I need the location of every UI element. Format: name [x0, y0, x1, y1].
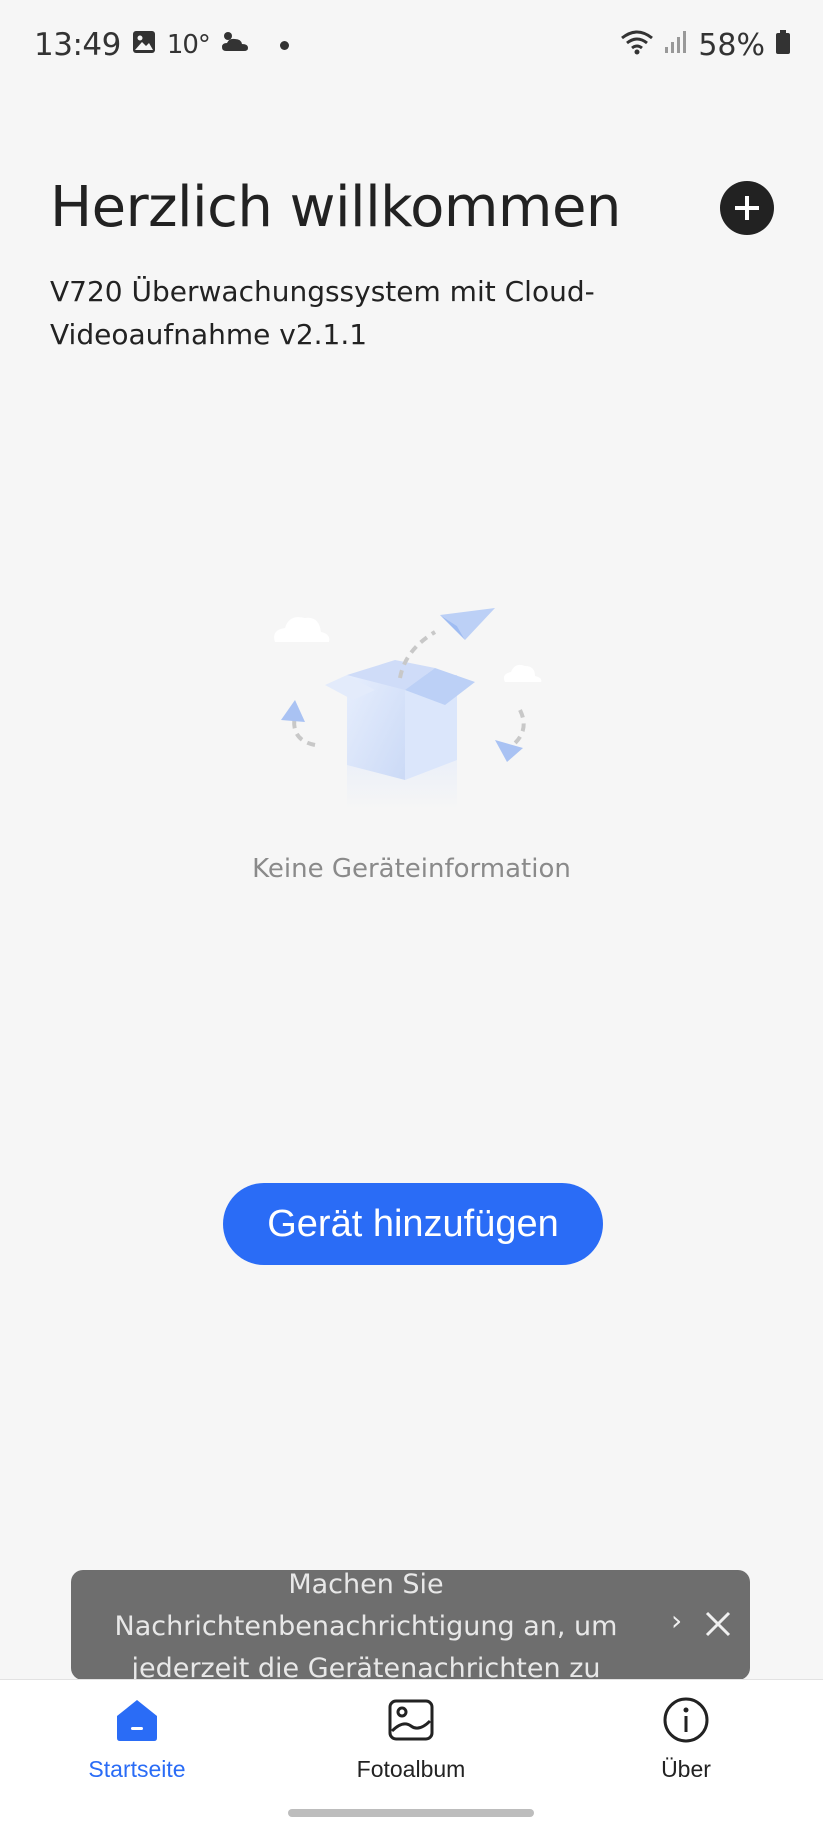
notification-dot-icon: [279, 40, 289, 50]
notification-toast[interactable]: Machen Sie Nachrichtenbenachrichtigung a…: [71, 1570, 750, 1680]
page-title: Herzlich willkommen: [50, 175, 621, 240]
empty-state-message: Keine Geräteinformation: [252, 854, 571, 884]
nav-item-fotoalbum[interactable]: Fotoalbum: [311, 1694, 511, 1783]
chevron-right-icon[interactable]: ›: [671, 1604, 682, 1637]
close-icon[interactable]: [701, 1607, 735, 1641]
nav-label-startseite: Startseite: [88, 1756, 186, 1782]
nav-label-ueber: Über: [661, 1756, 711, 1782]
photo-album-icon: [388, 1699, 434, 1741]
app-subtitle: V720 Überwachungssystem mit Cloud-Videoa…: [50, 275, 595, 351]
battery-icon: [775, 28, 791, 63]
nav-item-startseite[interactable]: Startseite: [37, 1694, 237, 1783]
status-right: 58%: [620, 28, 791, 63]
nav-label-fotoalbum: Fotoalbum: [356, 1756, 466, 1782]
battery-percentage: 58%: [698, 28, 765, 63]
status-temperature: 10°: [166, 30, 211, 60]
plus-icon: [735, 196, 759, 220]
weather-cloud-icon: [220, 28, 250, 63]
gallery-notification-icon: [131, 28, 157, 63]
bottom-navigation: Startseite Fotoalbum Über: [0, 1679, 823, 1829]
empty-box-illustration: [265, 590, 565, 820]
add-device-plus-button[interactable]: [720, 181, 774, 235]
home-icon: [117, 1700, 157, 1741]
info-icon: [663, 1697, 709, 1743]
status-time: 13:49: [34, 27, 121, 63]
add-device-button[interactable]: Gerät hinzufügen: [223, 1183, 603, 1265]
nav-item-ueber[interactable]: Über: [586, 1694, 786, 1783]
wifi-icon: [620, 28, 654, 63]
home-indicator[interactable]: [288, 1809, 534, 1817]
status-left: 13:49 10°: [34, 27, 289, 63]
signal-icon: [664, 28, 688, 63]
toast-message: Machen Sie Nachrichtenbenachrichtigung a…: [114, 1570, 618, 1680]
status-bar: 13:49 10° 58%: [0, 0, 823, 96]
